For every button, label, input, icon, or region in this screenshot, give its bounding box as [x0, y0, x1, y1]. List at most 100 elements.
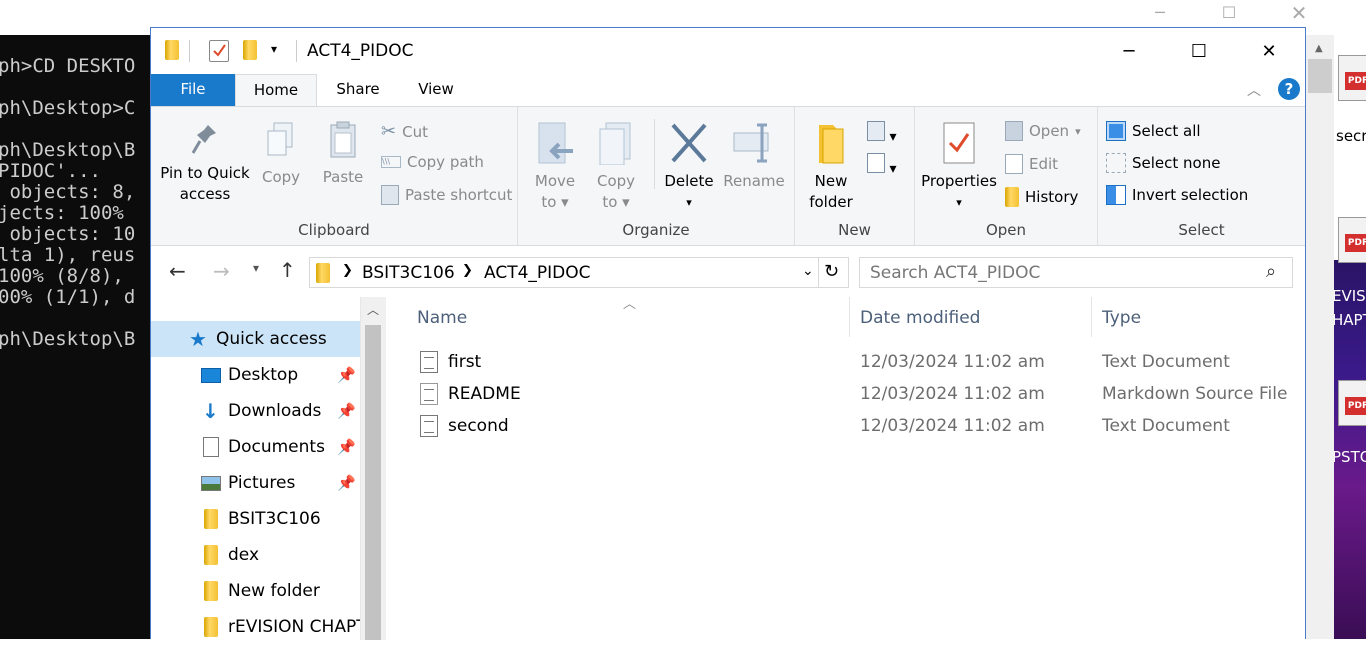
terminal-window: ph>CD DESKTO ph\Desktop>C ph\Desktop\B P… [0, 35, 160, 639]
properties-button[interactable]: Properties ▾ [919, 121, 999, 213]
nav-item-new-folder[interactable]: New folder [151, 573, 360, 609]
copy-to-icon [596, 121, 636, 166]
new-folder-button[interactable]: New folder [801, 121, 861, 213]
copy-path-button[interactable]: \\\ Copy path [381, 153, 484, 171]
history-button[interactable]: History [1005, 187, 1078, 207]
tab-home[interactable]: Home [235, 74, 317, 106]
edit-button[interactable]: Edit [1005, 154, 1058, 174]
text-file-icon [420, 351, 438, 373]
file-name: first [448, 352, 482, 372]
collapse-ribbon-icon[interactable]: ︿ [1247, 80, 1261, 100]
customize-toolbar-icon[interactable]: ▾ [271, 42, 277, 56]
terminal-line: ph\Desktop\B [0, 139, 136, 161]
pdf-file-icon[interactable]: PDF [1338, 217, 1366, 263]
select-all-button[interactable]: Select all [1106, 121, 1201, 141]
download-arrow-icon: ↓ [202, 399, 219, 423]
nav-item-downloads[interactable]: ↓ Downloads 📌 [151, 393, 360, 429]
desktop-icons: PDF secr PDF EVISI HAPT PDF PSTO [1334, 35, 1366, 639]
column-header-name[interactable]: Name [417, 308, 467, 328]
help-icon[interactable]: ? [1278, 78, 1300, 100]
bg-minimize-button[interactable]: ─ [1125, 0, 1195, 28]
select-none-button[interactable]: Select none [1106, 153, 1220, 173]
terminal-line: ph>CD DESKTO [0, 55, 136, 77]
forward-arrow-icon[interactable]: → [213, 259, 230, 283]
folder-icon [204, 617, 218, 637]
copy-to-button[interactable]: Copy to ▾ [591, 121, 641, 213]
file-type: Markdown Source File [1102, 384, 1288, 404]
nav-item-bsit3c106[interactable]: BSIT3C106 [151, 501, 360, 537]
move-to-button[interactable]: Move to ▾ [530, 121, 580, 213]
copy-button[interactable]: Copy [255, 121, 307, 188]
paste-shortcut-icon [381, 185, 399, 205]
terminal-line: objects: 8, [0, 181, 136, 203]
breadcrumb-item[interactable]: ACT4_PIDOC [484, 263, 591, 283]
address-bar[interactable]: ❯ BSIT3C106 ❯ ACT4_PIDOC ⌄ ↻ [309, 257, 849, 288]
delete-x-icon [669, 121, 709, 165]
folder-icon [204, 545, 218, 565]
pin-icon[interactable]: 📌 [337, 402, 356, 420]
search-icon[interactable]: ⌕ [1266, 261, 1276, 282]
background-scrollbar[interactable]: ▲ [1306, 35, 1334, 639]
pin-icon[interactable]: 📌 [337, 438, 356, 456]
desktop-icon-label: PSTO [1334, 448, 1366, 466]
paste-shortcut-button[interactable]: Paste shortcut [381, 185, 512, 205]
new-item-icon [867, 121, 885, 141]
recent-locations-icon[interactable]: ▾ [253, 261, 259, 275]
maximize-button[interactable]: ☐ [1164, 28, 1234, 74]
file-row[interactable]: first 12/03/2024 11:02 am Text Document [415, 347, 1295, 379]
invert-selection-button[interactable]: Invert selection [1106, 185, 1248, 205]
navigation-scrollbar[interactable]: ︿ [360, 297, 386, 640]
address-dropdown-icon[interactable]: ⌄ [802, 263, 814, 279]
nav-item-desktop[interactable]: Desktop 📌 [151, 357, 360, 393]
scrollbar-thumb[interactable] [365, 325, 381, 640]
folder-icon [165, 40, 179, 64]
file-row[interactable]: README 12/03/2024 11:02 am Markdown Sour… [415, 379, 1295, 411]
scroll-up-icon[interactable]: ︿ [367, 301, 379, 318]
rename-button[interactable]: Rename [723, 121, 785, 192]
folder-icon [204, 509, 218, 529]
column-header-date-modified[interactable]: Date modified [860, 308, 980, 328]
pdf-file-icon[interactable]: PDF [1338, 55, 1366, 101]
close-button[interactable]: ✕ [1234, 28, 1304, 74]
minimize-button[interactable]: ─ [1094, 28, 1164, 74]
terminal-line: lta 1), reus [0, 244, 136, 266]
delete-button[interactable]: Delete ▾ [663, 121, 715, 213]
address-row: ← → ▾ ↑ ❯ BSIT3C106 ❯ ACT4_PIDOC ⌄ ↻ Sea… [151, 247, 1305, 297]
nav-item-documents[interactable]: Documents 📌 [151, 429, 360, 465]
copy-path-icon: \\\ [381, 156, 401, 168]
tab-file[interactable]: File [151, 74, 235, 106]
column-header-type[interactable]: Type [1102, 308, 1141, 328]
nav-item-dex[interactable]: dex [151, 537, 360, 573]
open-button[interactable]: Open ▾ [1005, 121, 1081, 141]
search-input[interactable]: Search ACT4_PIDOC [870, 263, 1040, 283]
search-box[interactable]: Search ACT4_PIDOC ⌕ [859, 257, 1293, 288]
paste-button[interactable]: Paste [317, 121, 369, 188]
documents-icon [203, 437, 219, 457]
nav-quick-access[interactable]: ★ Quick access [151, 321, 360, 357]
up-arrow-icon[interactable]: ↑ [279, 258, 296, 282]
easy-access-button[interactable]: ▾ [867, 153, 896, 177]
pin-icon[interactable]: 📌 [337, 366, 356, 384]
new-item-button[interactable]: ▾ [867, 121, 896, 145]
breadcrumb-item[interactable]: BSIT3C106 [362, 263, 455, 283]
tab-share[interactable]: Share [323, 74, 393, 106]
bg-maximize-button[interactable]: ☐ [1194, 0, 1264, 28]
cut-button[interactable]: ✂ Cut [381, 121, 428, 142]
properties-quick-icon[interactable] [209, 40, 229, 62]
move-to-icon [535, 121, 575, 165]
easy-access-icon [867, 153, 885, 173]
bg-close-button[interactable]: ✕ [1264, 0, 1334, 28]
file-row[interactable]: second 12/03/2024 11:02 am Text Document [415, 411, 1295, 443]
nav-item-revision-chapt[interactable]: rEVISION CHAPT [151, 609, 360, 645]
back-arrow-icon[interactable]: ← [169, 259, 186, 283]
breadcrumb-separator: ❯ [342, 263, 353, 278]
new-folder-quick-icon[interactable] [243, 40, 257, 64]
desktop-icon-label: HAPT [1334, 311, 1366, 329]
refresh-icon[interactable]: ↻ [824, 261, 839, 282]
tab-view[interactable]: View [401, 74, 471, 106]
pin-icon[interactable]: 📌 [337, 474, 356, 492]
pin-to-quick-access-button[interactable]: Pin to Quick access [159, 121, 251, 205]
nav-item-pictures[interactable]: Pictures 📌 [151, 465, 360, 501]
pdf-file-icon[interactable]: PDF [1338, 380, 1366, 426]
file-list: ︿ Name Date modified Type first 12/03/20… [387, 297, 1305, 640]
